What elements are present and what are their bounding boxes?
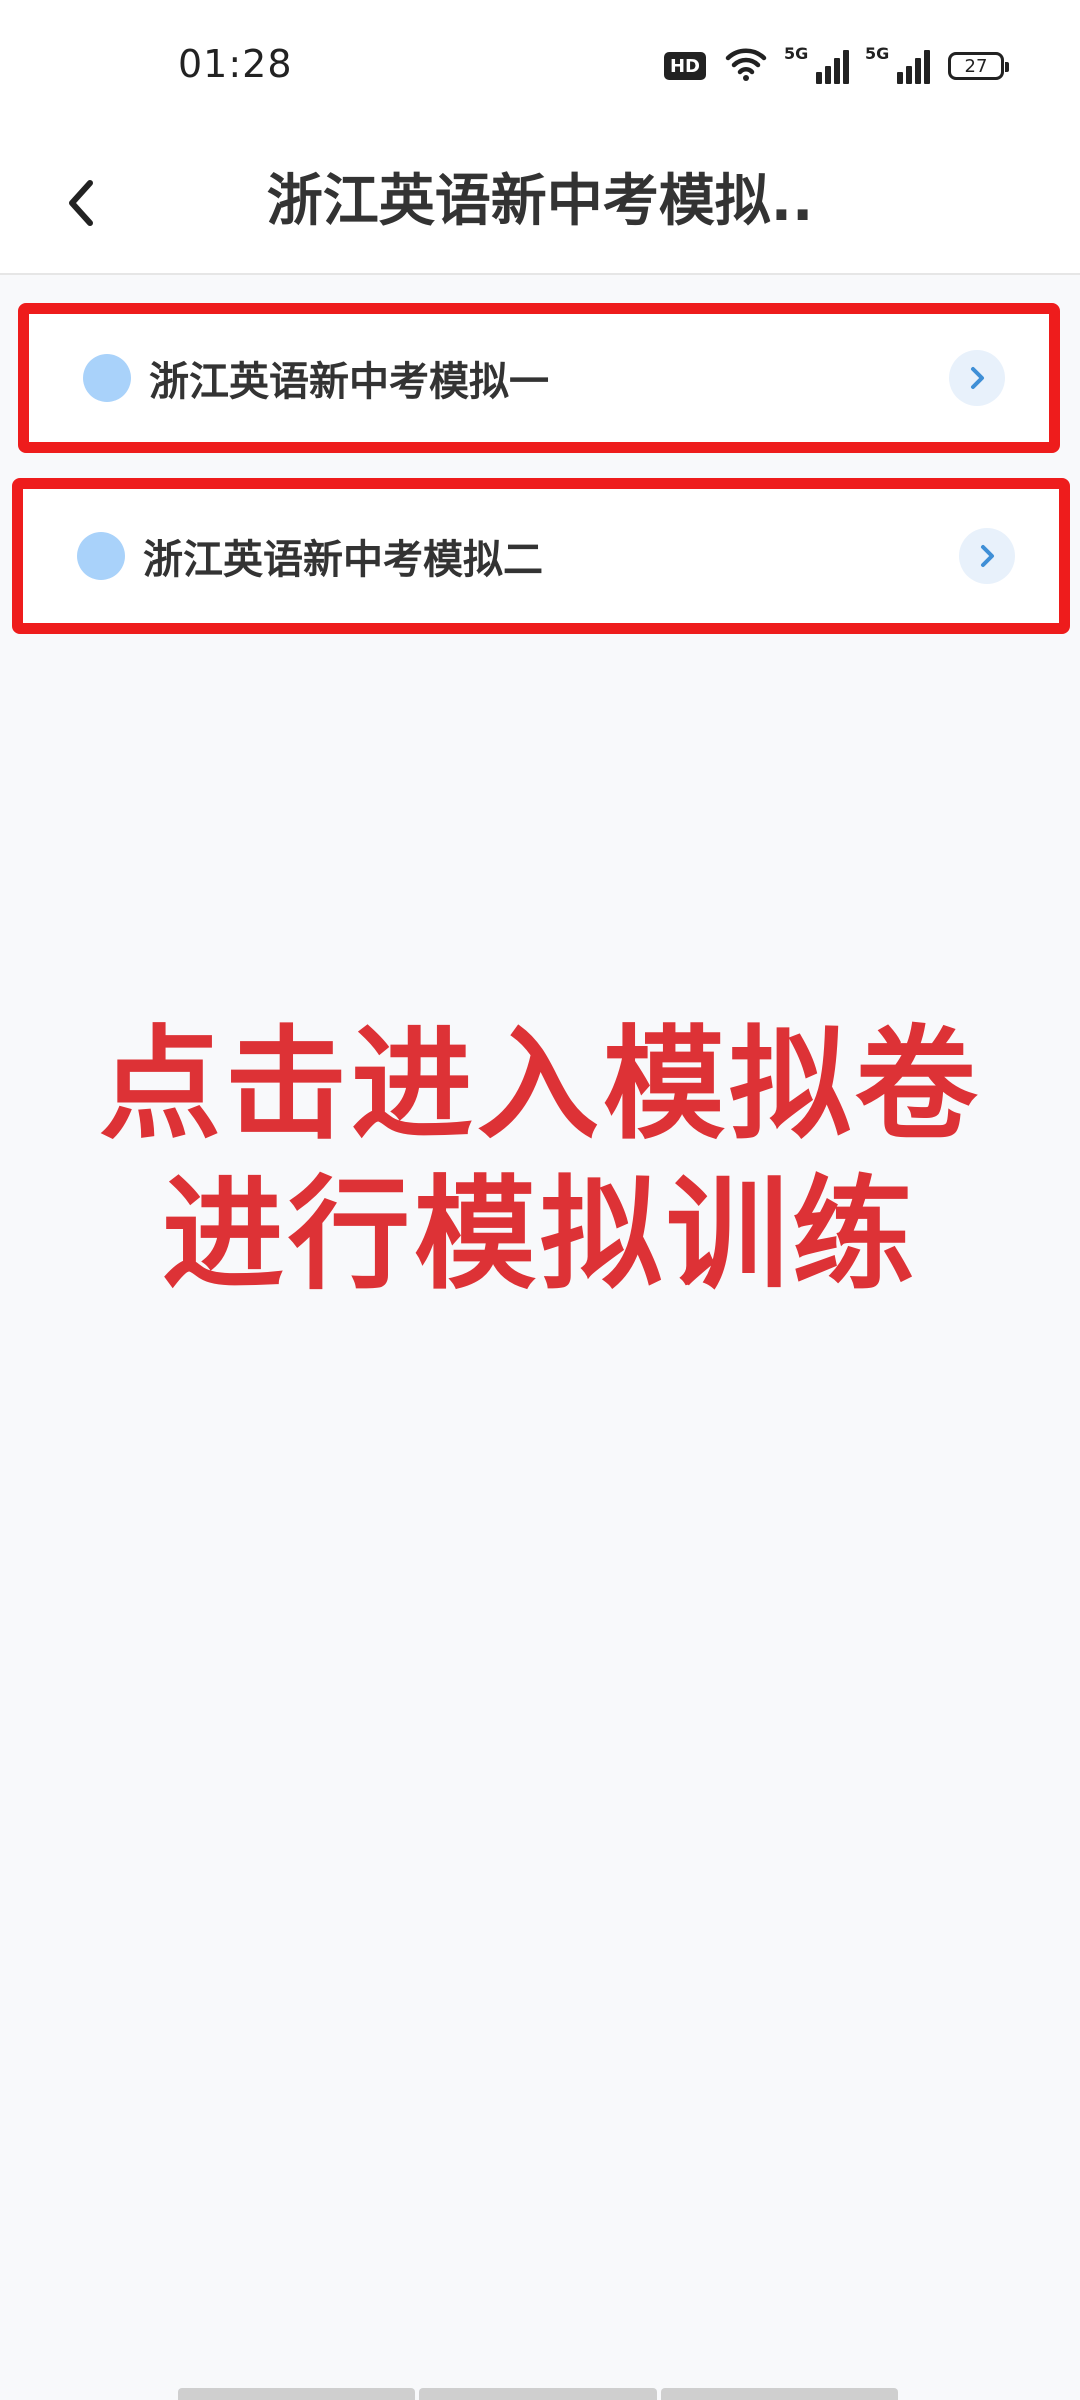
status-time: 01:28: [178, 42, 293, 86]
exam-item-label: 浙江英语新中考模拟一: [149, 359, 549, 405]
instruction-caption: 点击进入模拟卷 进行模拟训练: [0, 1010, 1080, 1310]
status-bar: 01:28 HD 5G 5G 27: [0, 0, 1080, 135]
exam-item-content: 浙江英语新中考模拟一: [43, 314, 1035, 442]
network-type-2: 5G: [865, 44, 890, 63]
page-title: 浙江英语新中考模拟..: [266, 169, 814, 234]
status-icons: HD 5G 5G 27: [663, 44, 1009, 86]
exam-item-mock-1[interactable]: 浙江英语新中考模拟一: [18, 303, 1060, 453]
battery-icon: 27: [948, 52, 1009, 80]
network-type-1: 5G: [784, 44, 809, 63]
wifi-icon: [724, 46, 768, 86]
cellular-signal-icon-1: 5G: [784, 44, 849, 84]
cellular-signal-icon-2: 5G: [865, 44, 930, 84]
bottom-indicator-segment: [178, 2388, 416, 2400]
exam-item-label: 浙江英语新中考模拟二: [143, 537, 543, 583]
back-button[interactable]: [40, 165, 120, 245]
chevron-right-icon[interactable]: [949, 350, 1005, 406]
exam-item-content: 浙江英语新中考模拟二: [37, 489, 1045, 623]
chevron-left-icon: [60, 175, 100, 235]
hd-icon: HD: [663, 52, 706, 80]
dot-icon: [77, 532, 125, 580]
dot-icon: [83, 354, 131, 402]
exam-item-mock-2[interactable]: 浙江英语新中考模拟二: [12, 478, 1070, 634]
bottom-indicator-segment: [660, 2388, 898, 2400]
header: 浙江英语新中考模拟..: [0, 135, 1080, 275]
caption-line-2: 进行模拟训练: [162, 1164, 918, 1306]
caption-line-1: 点击进入模拟卷: [99, 1014, 981, 1156]
bottom-indicator: [178, 2388, 898, 2400]
bottom-indicator-segment: [419, 2388, 657, 2400]
chevron-right-icon[interactable]: [959, 528, 1015, 584]
